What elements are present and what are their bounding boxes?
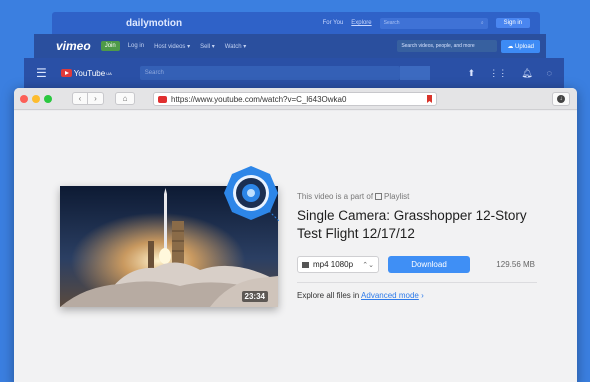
chevron-right-small-icon: › bbox=[418, 291, 424, 300]
dailymotion-search-input[interactable]: Search ⌕ bbox=[379, 17, 488, 29]
home-button[interactable]: ⌂ bbox=[115, 92, 135, 105]
address-bar[interactable]: https://www.youtube.com/watch?v=C_l643Ow… bbox=[153, 92, 437, 106]
nav-for-you[interactable]: For You bbox=[323, 20, 344, 26]
home-icon: ⌂ bbox=[122, 94, 128, 103]
download-row: mp4 1080p ⌃⌄ Download 129.56 MB bbox=[297, 256, 547, 273]
join-button[interactable]: Join bbox=[100, 41, 120, 51]
dailymotion-window-bar: dailymotion For You Explore Search ⌕ Sig… bbox=[52, 12, 540, 34]
youtube-logo[interactable]: YouTube UA bbox=[60, 69, 112, 78]
select-arrows-icon: ⌃⌄ bbox=[362, 261, 374, 269]
advanced-mode-link[interactable]: Advanced mode bbox=[361, 291, 419, 300]
browser-window: ‹ › ⌂ https://www.youtube.com/watch?v=C_… bbox=[14, 88, 577, 382]
nav-sell[interactable]: Sell ▾ bbox=[200, 43, 215, 50]
youtube-header-icons: ⬆ ⋮⋮ 🔔︎ ◌ bbox=[468, 68, 552, 79]
upload-icon[interactable]: ⬆ bbox=[468, 68, 476, 79]
download-button[interactable]: Download bbox=[388, 256, 470, 273]
search-icon: ⌕ bbox=[480, 20, 484, 26]
youtube-search-button[interactable] bbox=[399, 66, 430, 80]
video-format-icon bbox=[302, 261, 309, 268]
dailymotion-nav: For You Explore Search ⌕ Sign in bbox=[323, 17, 530, 29]
nav-host-videos[interactable]: Host videos ▾ bbox=[154, 43, 190, 50]
format-select[interactable]: mp4 1080p ⌃⌄ bbox=[297, 256, 379, 273]
app-logo-badge-icon bbox=[224, 166, 279, 221]
forward-button[interactable]: › bbox=[88, 92, 104, 105]
playlist-note: This video is a part of Playlist bbox=[297, 192, 410, 201]
playlist-icon bbox=[375, 193, 383, 200]
maximize-window-button[interactable] bbox=[44, 94, 52, 103]
notifications-bell-icon[interactable]: 🔔︎ bbox=[521, 68, 532, 79]
signin-button[interactable]: Sign in bbox=[495, 18, 530, 28]
loading-spinner-icon: ◌ bbox=[546, 67, 552, 78]
nav-log-in[interactable]: Log in bbox=[128, 43, 144, 50]
minimize-window-button[interactable] bbox=[32, 94, 40, 103]
url-text: https://www.youtube.com/watch?v=C_l643Ow… bbox=[171, 94, 347, 104]
file-size: 129.56 MB bbox=[496, 260, 535, 269]
video-info: This video is a part of Playlist Single … bbox=[297, 192, 547, 300]
video-duration: 23:34 bbox=[241, 291, 268, 302]
history-nav: ‹ › bbox=[72, 92, 104, 105]
downloads-button[interactable]: ↓ bbox=[552, 92, 570, 106]
vimeo-nav: Log in Host videos ▾ Sell ▾ Watch ▾ bbox=[128, 43, 247, 50]
playlist-link[interactable]: Playlist bbox=[384, 192, 409, 201]
apps-grid-icon[interactable]: ⋮⋮ bbox=[489, 68, 507, 79]
explore-note: Explore all files in Advanced mode › bbox=[297, 291, 424, 300]
youtube-search-input[interactable]: Search bbox=[139, 66, 400, 80]
youtube-play-icon bbox=[60, 69, 72, 77]
divider bbox=[297, 282, 537, 283]
browser-toolbar: ‹ › ⌂ https://www.youtube.com/watch?v=C_… bbox=[14, 88, 577, 110]
hamburger-menu-icon[interactable]: ☰ bbox=[36, 66, 47, 80]
nav-explore[interactable]: Explore bbox=[351, 20, 371, 26]
page-content: 23:34 This video is a part of Playlist S… bbox=[14, 111, 577, 382]
bookmark-icon[interactable] bbox=[427, 95, 432, 103]
nav-watch[interactable]: Watch ▾ bbox=[225, 43, 246, 50]
upload-button[interactable]: ☁ Upload bbox=[501, 39, 540, 53]
vimeo-search-input[interactable]: Search videos, people, and more bbox=[397, 40, 498, 52]
youtube-window-bar: ☰ YouTube UA Search ⬆ ⋮⋮ 🔔︎ ◌ bbox=[24, 58, 564, 88]
chevron-right-icon: › bbox=[94, 94, 97, 103]
cloud-upload-icon: ☁ bbox=[507, 43, 514, 50]
back-button[interactable]: ‹ bbox=[72, 92, 88, 105]
dailymotion-logo: dailymotion bbox=[126, 17, 183, 29]
download-arrow-icon: ↓ bbox=[557, 95, 565, 103]
chevron-left-icon: ‹ bbox=[78, 94, 82, 103]
youtube-favicon-icon bbox=[158, 95, 167, 103]
vimeo-window-bar: vimeo Join Log in Host videos ▾ Sell ▾ W… bbox=[34, 34, 546, 58]
vimeo-logo: vimeo bbox=[56, 39, 91, 53]
video-title: Single Camera: Grasshopper 12-Story Test… bbox=[297, 208, 527, 241]
close-window-button[interactable] bbox=[20, 94, 28, 103]
